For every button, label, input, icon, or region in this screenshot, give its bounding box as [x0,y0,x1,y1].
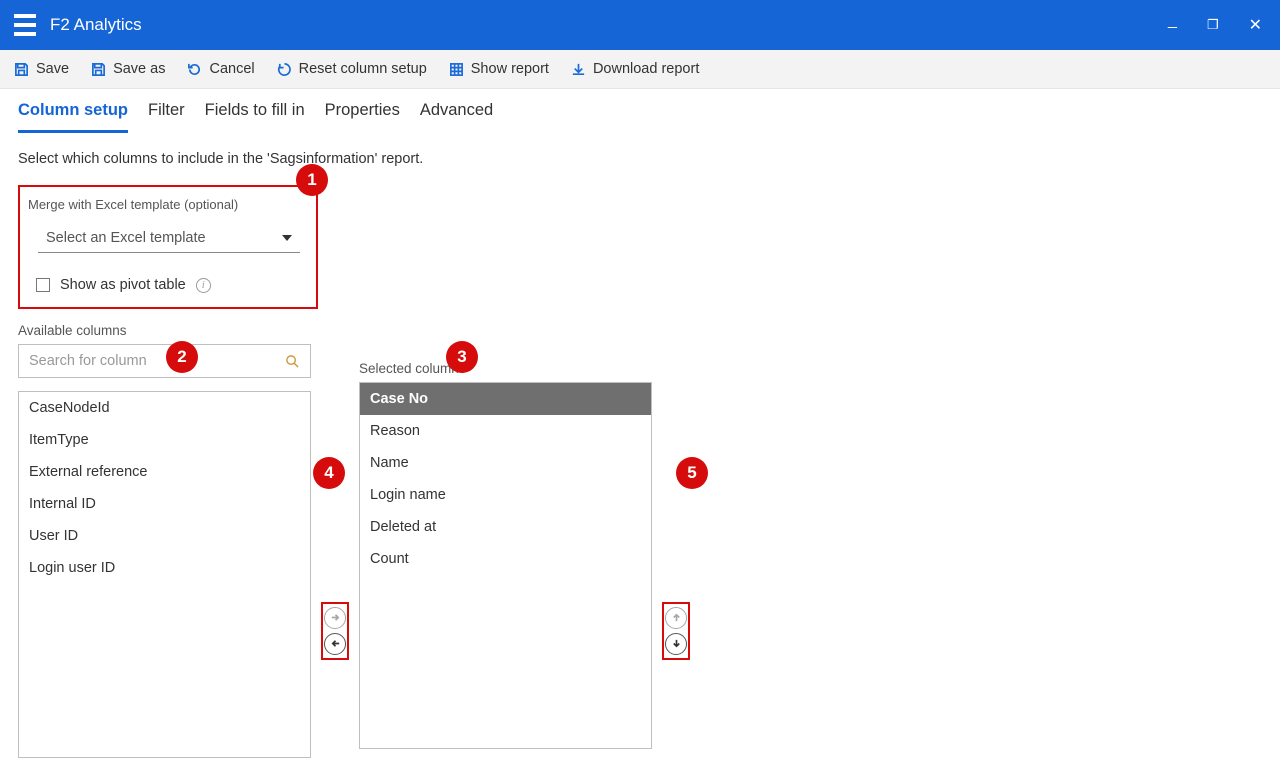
grid-icon [449,62,464,77]
app-icon [14,14,36,36]
search-icon [285,354,300,369]
list-item[interactable]: External reference [19,456,310,488]
reset-icon [277,62,292,77]
minimize-icon[interactable]: _ [1168,12,1177,30]
toolbar: Save Save as Cancel Reset column setup S… [0,50,1280,89]
template-select[interactable]: Select an Excel template [38,224,300,253]
app-title: F2 Analytics [50,15,142,35]
download-icon [571,62,586,77]
merge-section: Merge with Excel template (optional) Sel… [18,185,318,309]
pivot-label: Show as pivot table [60,277,186,293]
callout-2: 2 [166,341,198,373]
tab-properties[interactable]: Properties [325,97,400,133]
callout-3: 3 [446,341,478,373]
available-columns-block: Available columns CaseNodeId ItemType Ex… [18,323,311,758]
save-icon [14,62,29,77]
selected-columns-block: Selected columns Case No Reason Name Log… [359,323,652,749]
callout-5: 5 [676,457,708,489]
reorder-controls [662,602,690,660]
reset-label: Reset column setup [299,61,427,77]
list-item[interactable]: Login user ID [19,552,310,584]
template-placeholder: Select an Excel template [46,230,206,246]
arrow-left-icon [330,638,341,649]
undo-icon [187,62,202,77]
info-icon[interactable]: i [196,278,211,293]
tab-column-setup[interactable]: Column setup [18,97,128,133]
show-report-button[interactable]: Show report [449,61,549,77]
available-list[interactable]: CaseNodeId ItemType External reference I… [18,391,311,758]
selected-label: Selected columns [359,361,652,376]
list-item[interactable]: Case No [360,383,651,415]
download-report-label: Download report [593,61,699,77]
list-item[interactable]: User ID [19,520,310,552]
list-item[interactable]: Reason [360,415,651,447]
tab-filter[interactable]: Filter [148,97,185,133]
move-right-button[interactable] [324,607,346,629]
save-as-icon [91,62,106,77]
selected-list[interactable]: Case No Reason Name Login name Deleted a… [359,382,652,749]
chevron-down-icon [282,235,292,241]
move-left-button[interactable] [324,633,346,655]
move-up-button[interactable] [665,607,687,629]
move-down-button[interactable] [665,633,687,655]
available-label: Available columns [18,323,311,338]
arrow-right-icon [330,612,341,623]
merge-label: Merge with Excel template (optional) [28,197,300,212]
cancel-label: Cancel [209,61,254,77]
move-controls [321,602,349,660]
save-as-button[interactable]: Save as [91,61,165,77]
save-label: Save [36,61,69,77]
save-as-label: Save as [113,61,165,77]
close-icon[interactable]: ✕ [1249,15,1262,35]
titlebar: F2 Analytics _ ❐ ✕ [0,0,1280,50]
show-report-label: Show report [471,61,549,77]
callout-1: 1 [296,164,328,196]
list-item[interactable]: Login name [360,479,651,511]
download-report-button[interactable]: Download report [571,61,699,77]
tabs: Column setup Filter Fields to fill in Pr… [0,89,1280,133]
save-button[interactable]: Save [14,61,69,77]
search-input[interactable] [29,353,285,369]
list-item[interactable]: Name [360,447,651,479]
instruction-text: Select which columns to include in the '… [18,151,1262,167]
arrow-down-icon [671,638,682,649]
tab-fields[interactable]: Fields to fill in [205,97,305,133]
arrow-up-icon [671,612,682,623]
list-item[interactable]: CaseNodeId [19,392,310,424]
cancel-button[interactable]: Cancel [187,61,254,77]
list-item[interactable]: Internal ID [19,488,310,520]
callout-4: 4 [313,457,345,489]
list-item[interactable]: Count [360,543,651,575]
reset-button[interactable]: Reset column setup [277,61,427,77]
search-box [18,344,311,378]
maximize-icon[interactable]: ❐ [1207,17,1219,33]
list-item[interactable]: Deleted at [360,511,651,543]
pivot-checkbox[interactable] [36,278,50,292]
tab-advanced[interactable]: Advanced [420,97,493,133]
list-item[interactable]: ItemType [19,424,310,456]
